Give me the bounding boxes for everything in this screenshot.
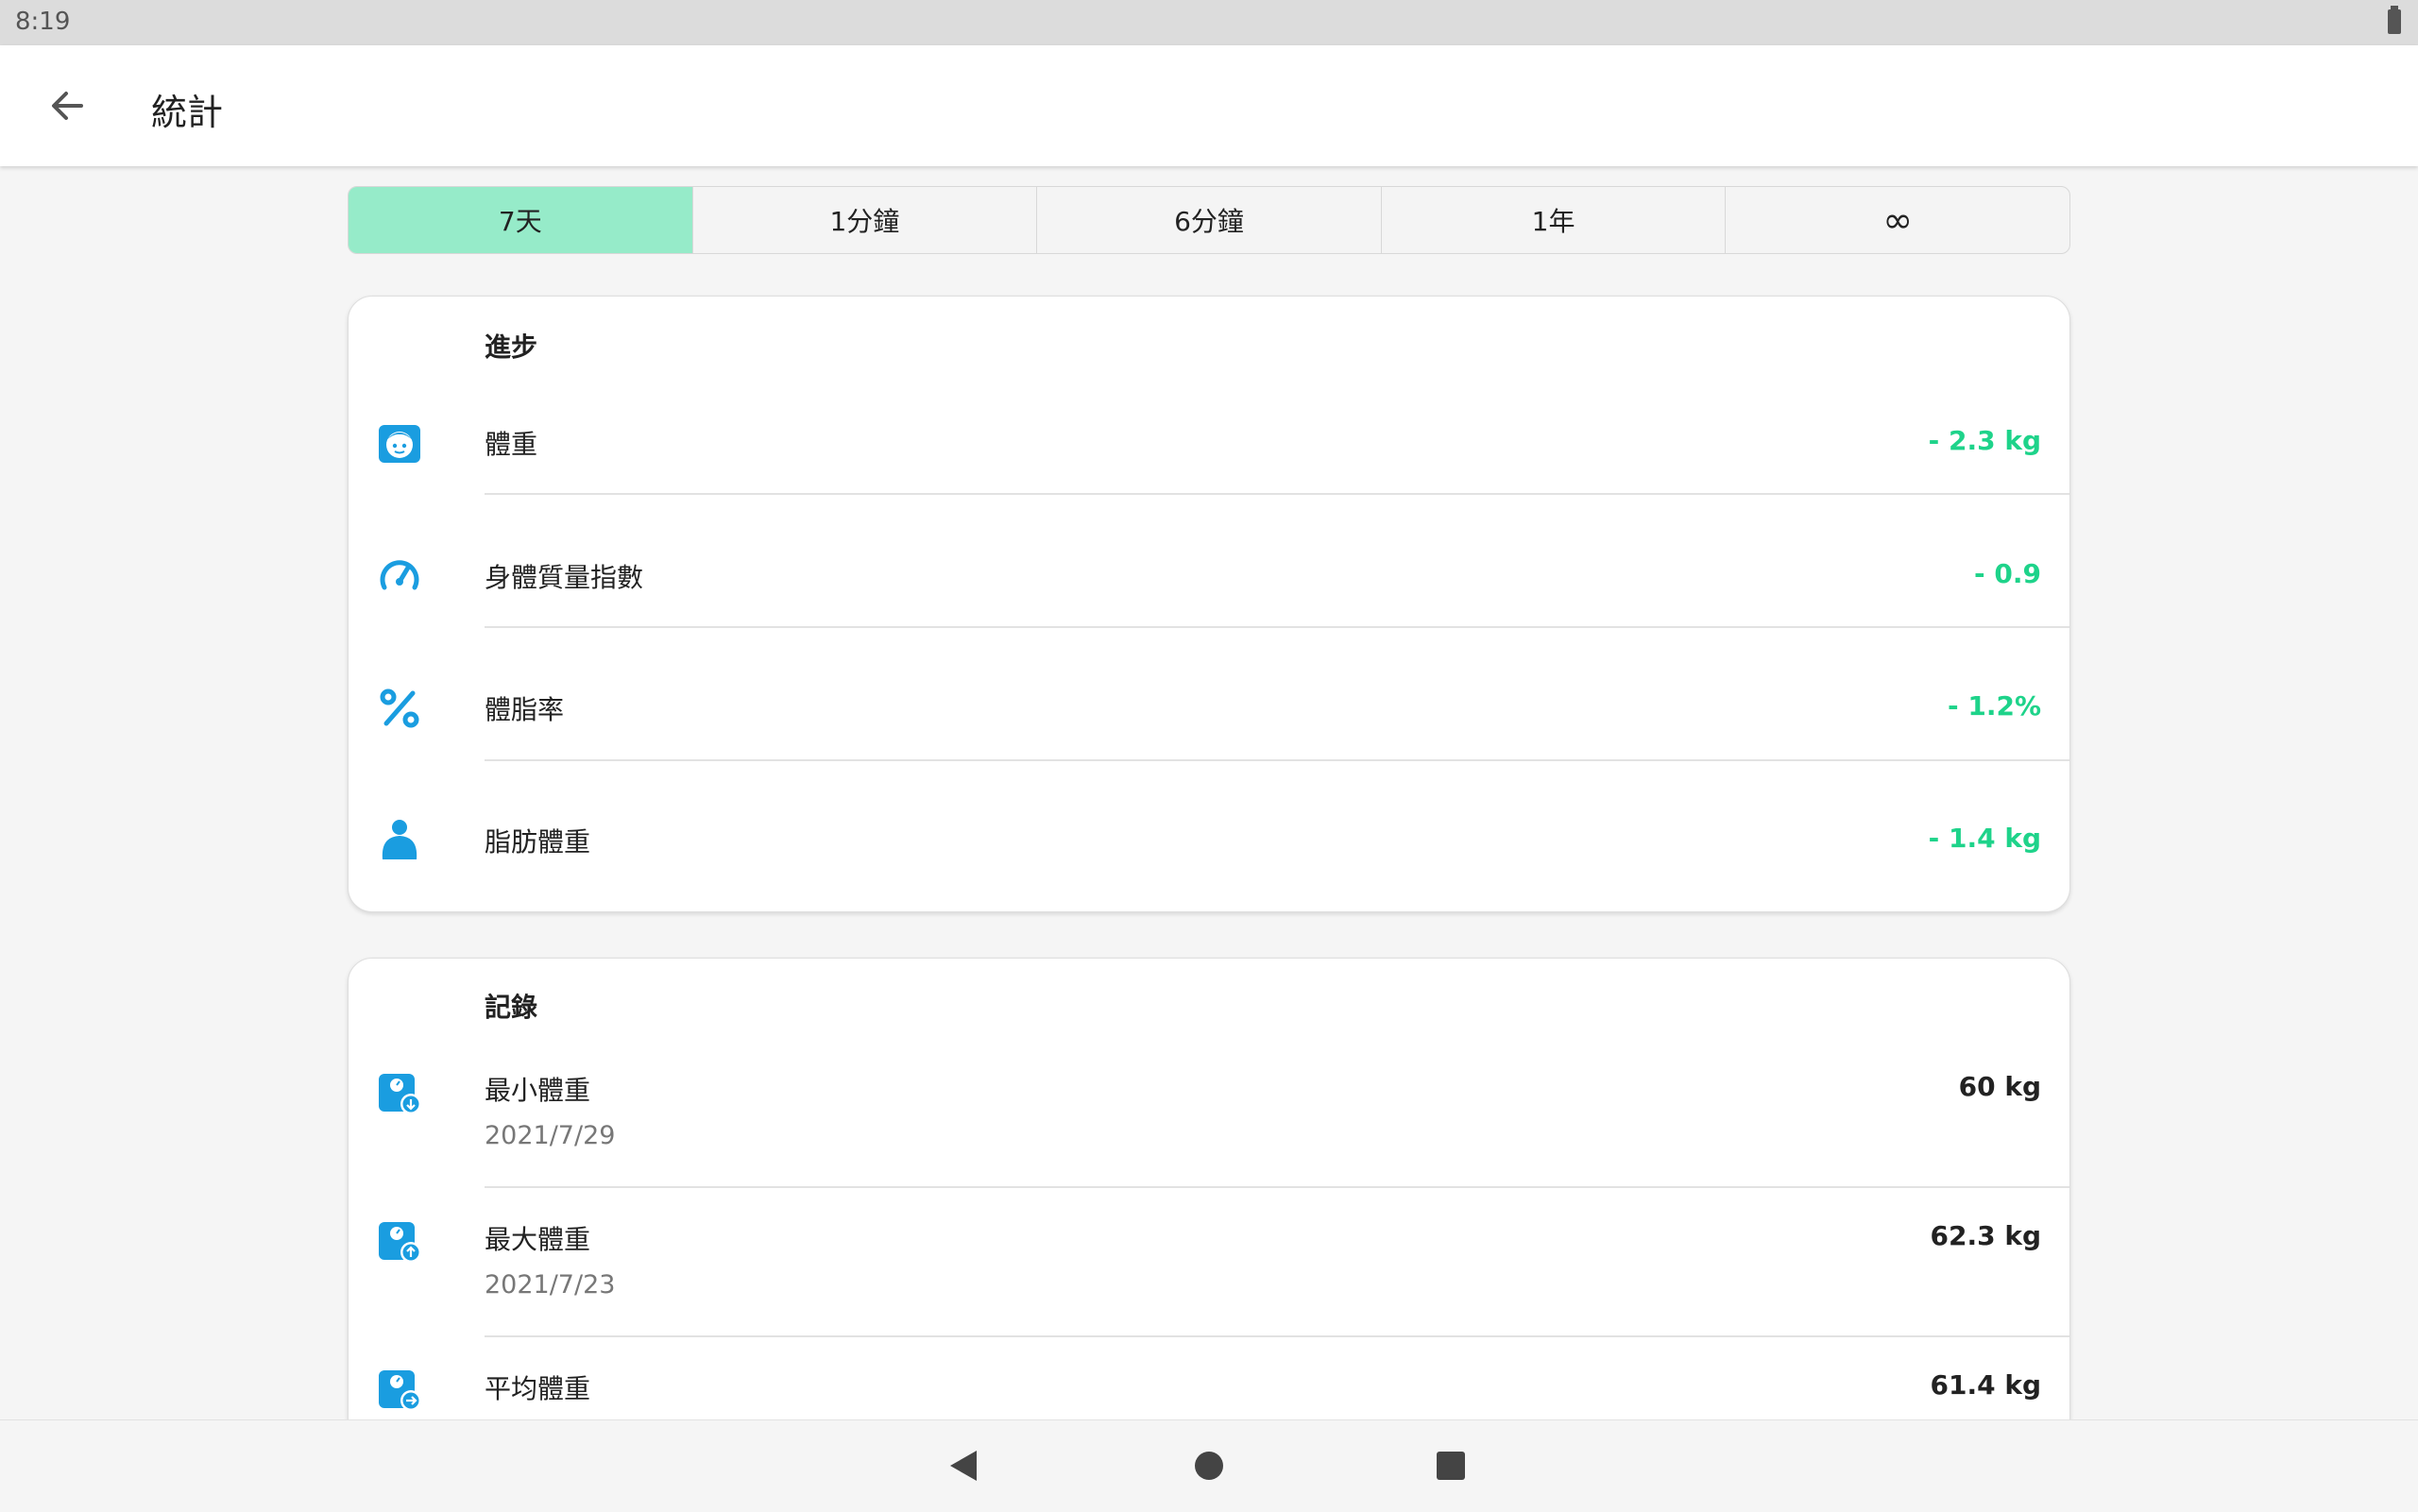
row-value: 60 kg	[1958, 1071, 2041, 1102]
row-value: 62.3 kg	[1930, 1220, 2042, 1251]
divider	[485, 1335, 2069, 1337]
row-value: 61.4 kg	[1930, 1369, 2042, 1401]
period-tabs: 7天 1分鐘 6分鐘 1年 ∞	[348, 186, 2070, 254]
arrow-back-icon	[52, 92, 83, 120]
nav-recents-icon[interactable]	[1432, 1447, 1470, 1485]
row-label: 體重	[485, 429, 538, 460]
percent-icon	[380, 688, 419, 728]
battery-icon	[2388, 6, 2401, 34]
divider	[485, 759, 2069, 761]
divider	[485, 493, 2069, 495]
row-date: 2021/7/29	[485, 1121, 616, 1150]
tab-1-minute[interactable]: 1分鐘	[693, 187, 1038, 253]
row-label: 平均體重	[485, 1373, 591, 1404]
scale-min-icon	[379, 1074, 421, 1114]
nav-home-icon[interactable]	[1190, 1447, 1228, 1485]
row-value: - 1.2%	[1947, 690, 2041, 722]
page-title: 統計	[151, 92, 224, 133]
records-card: 記錄 最小體重 2021/7/29 60 kg 最大體重 2021/7/23 6…	[348, 958, 2070, 1487]
tab-6-minutes[interactable]: 6分鐘	[1037, 187, 1382, 253]
nav-back-icon[interactable]	[946, 1447, 984, 1485]
card-title: 進步	[485, 331, 538, 363]
divider	[485, 1186, 2069, 1188]
row-value: - 1.4 kg	[1928, 823, 2041, 854]
scale-max-icon	[379, 1222, 421, 1263]
tab-1-year[interactable]: 1年	[1382, 187, 1727, 253]
row-label: 身體質量指數	[485, 562, 644, 593]
tab-all-time[interactable]: ∞	[1726, 187, 2069, 253]
speedometer-icon	[380, 560, 419, 590]
row-value: - 2.3 kg	[1928, 425, 2041, 456]
status-time: 8:19	[15, 8, 71, 36]
row-value: - 0.9	[1974, 558, 2041, 589]
row-date: 2021/7/23	[485, 1270, 616, 1300]
row-label: 體脂率	[485, 694, 565, 725]
row-label: 最大體重	[485, 1224, 591, 1255]
status-bar: 8:19	[0, 0, 2418, 45]
app-bar: 統計	[0, 45, 2418, 166]
face-icon	[379, 425, 420, 463]
tab-7-days[interactable]: 7天	[349, 187, 693, 253]
row-label: 脂肪體重	[485, 826, 591, 858]
divider	[485, 626, 2069, 628]
system-nav-bar	[0, 1419, 2418, 1512]
row-label: 最小體重	[485, 1075, 591, 1106]
scale-avg-icon	[379, 1370, 421, 1411]
back-button[interactable]	[38, 79, 98, 132]
card-title: 記錄	[485, 992, 538, 1023]
progress-card: 進步 體重 - 2.3 kg 身體質量指數 - 0.9 體脂率 - 1.2% 脂…	[348, 296, 2070, 912]
body-icon	[382, 820, 417, 859]
